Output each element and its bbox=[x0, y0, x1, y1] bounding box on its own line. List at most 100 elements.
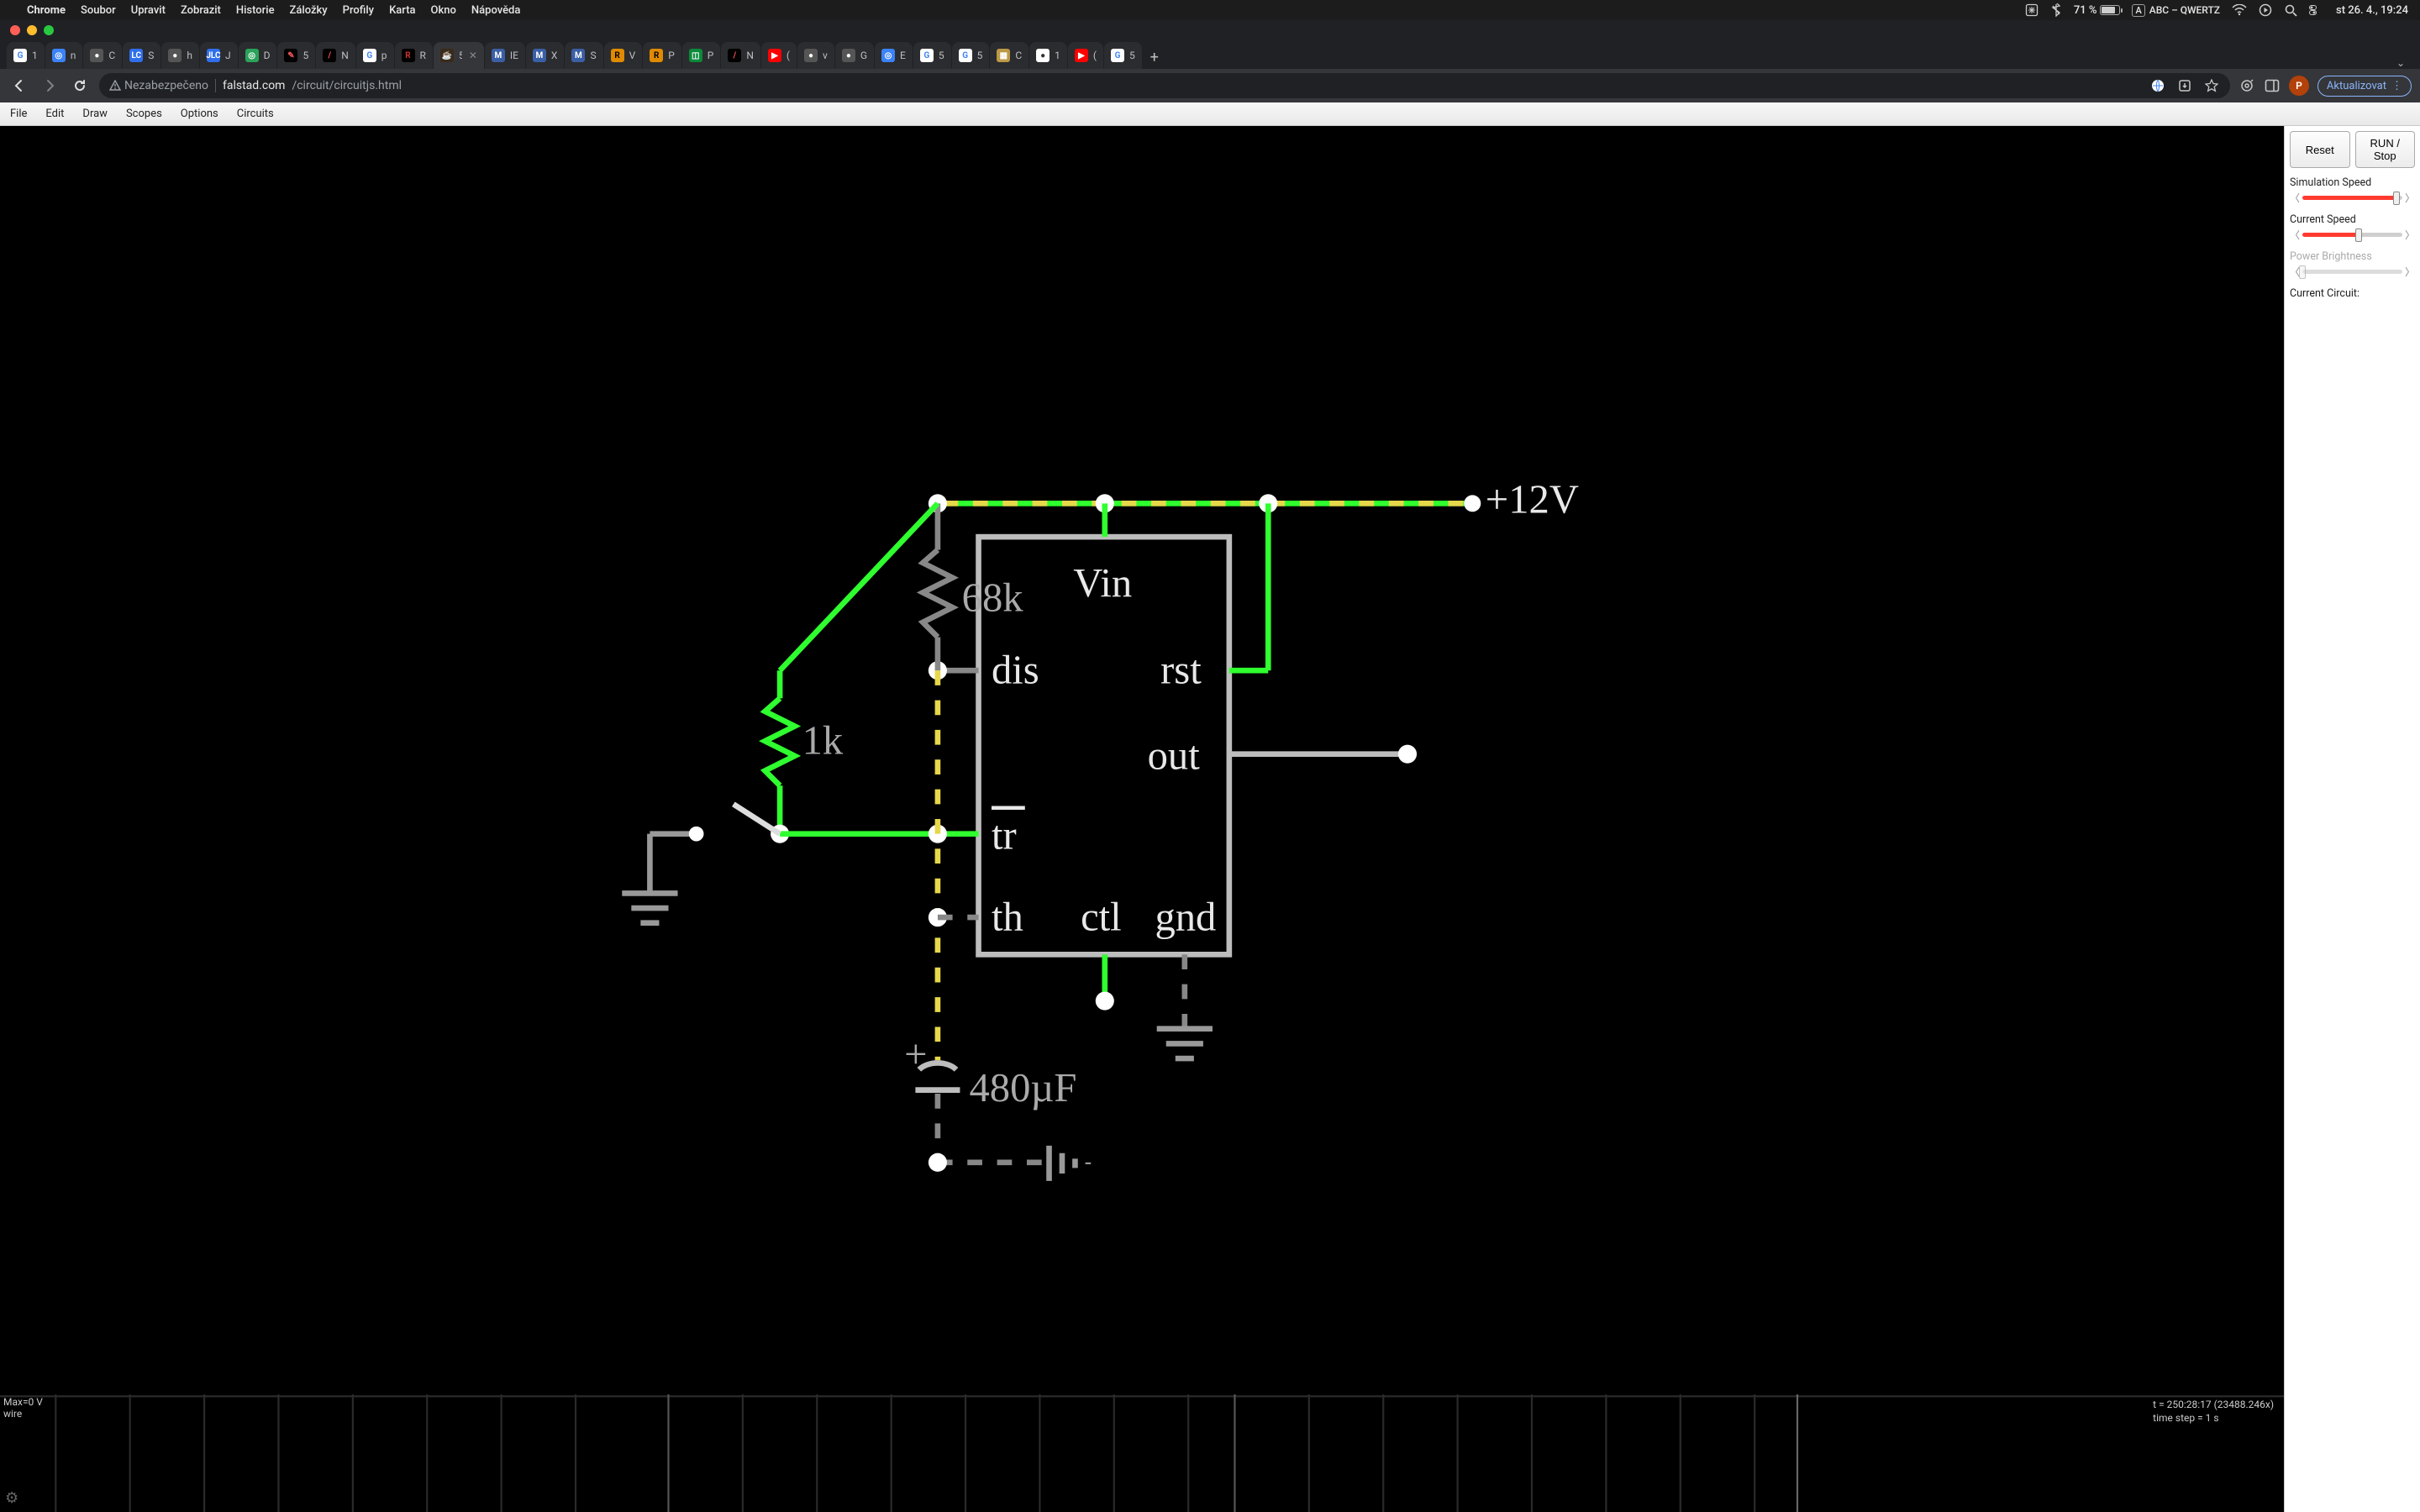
bookmark-star-icon[interactable] bbox=[2203, 77, 2220, 94]
profile-avatar[interactable]: P bbox=[2289, 76, 2309, 96]
browser-tab[interactable]: MIE bbox=[485, 42, 525, 69]
browser-tab[interactable]: ●C bbox=[83, 42, 122, 69]
browser-tab[interactable]: /N bbox=[316, 42, 355, 69]
browser-tab[interactable]: MS bbox=[565, 42, 602, 69]
update-button[interactable]: Aktualizovat ⋮ bbox=[2317, 76, 2412, 97]
browser-tab[interactable]: ◎n bbox=[45, 42, 83, 69]
url-path: /circuit/circuitjs.html bbox=[292, 79, 402, 92]
keyboard-layout-indicator[interactable]: A ABC – QWERTZ bbox=[2132, 4, 2220, 17]
browser-tab[interactable]: JLCJ bbox=[200, 42, 238, 69]
tab-title: P bbox=[668, 50, 675, 61]
close-icon[interactable]: ✕ bbox=[469, 50, 477, 61]
tab-favicon: G bbox=[363, 49, 376, 62]
browser-tab[interactable]: G5 bbox=[913, 42, 951, 69]
browser-tab[interactable]: ●1 bbox=[1029, 42, 1067, 69]
browser-tab[interactable]: ✎5 bbox=[277, 42, 315, 69]
browser-tab[interactable]: G5 bbox=[952, 42, 990, 69]
mac-menu-help[interactable]: Nápověda bbox=[471, 4, 520, 17]
browser-tab[interactable]: ▶( bbox=[1068, 42, 1103, 69]
translate-icon[interactable] bbox=[2149, 77, 2166, 94]
install-app-icon[interactable] bbox=[2176, 77, 2193, 94]
browser-tab[interactable]: LCS bbox=[123, 42, 160, 69]
pin-th: th bbox=[992, 895, 1023, 940]
menubar-extra-icon[interactable] bbox=[2025, 3, 2039, 17]
workspace: +12V Vin rst dis bbox=[0, 126, 2420, 1512]
mac-menu-tab[interactable]: Karta bbox=[389, 4, 415, 17]
window-zoom[interactable] bbox=[44, 25, 54, 35]
oscilloscope[interactable]: Max=0 V wire t = 250:28:17 (23488.246x) … bbox=[0, 1394, 2284, 1512]
app-menu-scopes[interactable]: Scopes bbox=[126, 108, 162, 120]
window-close[interactable] bbox=[10, 25, 20, 35]
browser-tab[interactable]: ☕5✕ bbox=[434, 42, 484, 69]
browser-tab[interactable]: RV bbox=[604, 42, 643, 69]
battery-indicator[interactable]: 71 % bbox=[2074, 4, 2121, 17]
browser-tab[interactable]: ▶( bbox=[761, 42, 797, 69]
chevron-left-icon[interactable]: 〈 bbox=[2290, 191, 2300, 205]
mac-menu-bookmarks[interactable]: Záložky bbox=[290, 4, 328, 17]
browser-tab[interactable]: ●G bbox=[835, 42, 874, 69]
browser-tab[interactable]: ◎E bbox=[875, 42, 913, 69]
app-menu-draw[interactable]: Draw bbox=[82, 108, 108, 120]
current-speed-label: Current Speed bbox=[2290, 213, 2415, 226]
app-menu-circuits[interactable]: Circuits bbox=[237, 108, 274, 120]
browser-tab[interactable]: ▦C bbox=[990, 42, 1028, 69]
pin-ctl: ctl bbox=[1081, 895, 1122, 940]
mac-menu-window[interactable]: Okno bbox=[431, 4, 456, 17]
svg-text:+: + bbox=[904, 1032, 927, 1077]
browser-tab[interactable]: ◎D bbox=[239, 42, 277, 69]
browser-tab[interactable]: G5 bbox=[1104, 42, 1142, 69]
app-menu-file[interactable]: File bbox=[10, 108, 27, 120]
tab-title: h bbox=[187, 50, 192, 61]
simulation-speed-slider[interactable] bbox=[2302, 196, 2402, 200]
bluetooth-off-icon[interactable] bbox=[2050, 3, 2062, 17]
extensions-cast-icon[interactable] bbox=[2238, 77, 2255, 94]
control-center-icon[interactable] bbox=[2309, 5, 2324, 15]
browser-tab[interactable]: Gp bbox=[356, 42, 394, 69]
tab-favicon: ◫ bbox=[689, 49, 702, 62]
tab-title: 5 bbox=[302, 50, 308, 61]
tab-title: ( bbox=[1093, 50, 1097, 61]
browser-tab[interactable]: G1 bbox=[7, 42, 45, 69]
tab-list-caret-icon[interactable]: ⌄ bbox=[2396, 57, 2405, 69]
new-tab-button[interactable]: + bbox=[1143, 45, 1166, 69]
browser-tab[interactable]: RR bbox=[395, 42, 433, 69]
address-bar[interactable]: Nezabezpečeno falstad.com/circuit/circui… bbox=[99, 73, 2230, 98]
tab-favicon: ◎ bbox=[245, 49, 259, 62]
tab-title: S bbox=[148, 50, 154, 61]
spotlight-icon[interactable] bbox=[2284, 3, 2297, 17]
browser-tab[interactable]: MX bbox=[526, 42, 565, 69]
browser-tab[interactable]: ●v bbox=[797, 42, 834, 69]
wifi-icon[interactable] bbox=[2232, 4, 2247, 16]
mac-menu-edit[interactable]: Upravit bbox=[131, 4, 166, 17]
forward-button[interactable] bbox=[39, 75, 60, 97]
mac-menu-profiles[interactable]: Profily bbox=[343, 4, 374, 17]
menubar-clock[interactable]: st 26. 4., 19:24 bbox=[2336, 4, 2408, 17]
reset-button[interactable]: Reset bbox=[2290, 131, 2350, 168]
run-stop-button[interactable]: RUN / Stop bbox=[2355, 131, 2416, 168]
tab-favicon: ▶ bbox=[768, 49, 781, 62]
browser-tab[interactable]: RP bbox=[643, 42, 681, 69]
circuit-canvas[interactable]: +12V Vin rst dis bbox=[0, 126, 2284, 1512]
tab-favicon: JLC bbox=[207, 49, 220, 62]
tab-title: S bbox=[590, 50, 596, 61]
active-app-name[interactable]: Chrome bbox=[27, 4, 66, 17]
chevron-right-icon[interactable]: 〉 bbox=[2405, 228, 2415, 242]
chevron-right-icon[interactable]: 〉 bbox=[2405, 191, 2415, 205]
chevron-left-icon[interactable]: 〈 bbox=[2290, 228, 2300, 242]
back-button[interactable] bbox=[8, 75, 30, 97]
app-menu-edit[interactable]: Edit bbox=[45, 108, 64, 120]
window-minimize[interactable] bbox=[27, 25, 37, 35]
current-speed-slider[interactable] bbox=[2302, 233, 2402, 237]
current-circuit-label: Current Circuit: bbox=[2290, 287, 2415, 300]
mac-menu-view[interactable]: Zobrazit bbox=[181, 4, 221, 17]
browser-tab[interactable]: ●h bbox=[161, 42, 199, 69]
mac-menu-file[interactable]: Soubor bbox=[81, 4, 116, 17]
mac-menu-history[interactable]: Historie bbox=[236, 4, 275, 17]
browser-tab[interactable]: /N bbox=[721, 42, 760, 69]
browser-tab[interactable]: ◫P bbox=[682, 42, 721, 69]
app-menu-options[interactable]: Options bbox=[181, 108, 218, 120]
sidepanel-icon[interactable] bbox=[2264, 77, 2281, 94]
scope-settings-gear-icon[interactable]: ⚙ bbox=[5, 1489, 18, 1507]
screen-mirroring-icon[interactable] bbox=[2259, 3, 2272, 17]
reload-button[interactable] bbox=[69, 75, 91, 97]
